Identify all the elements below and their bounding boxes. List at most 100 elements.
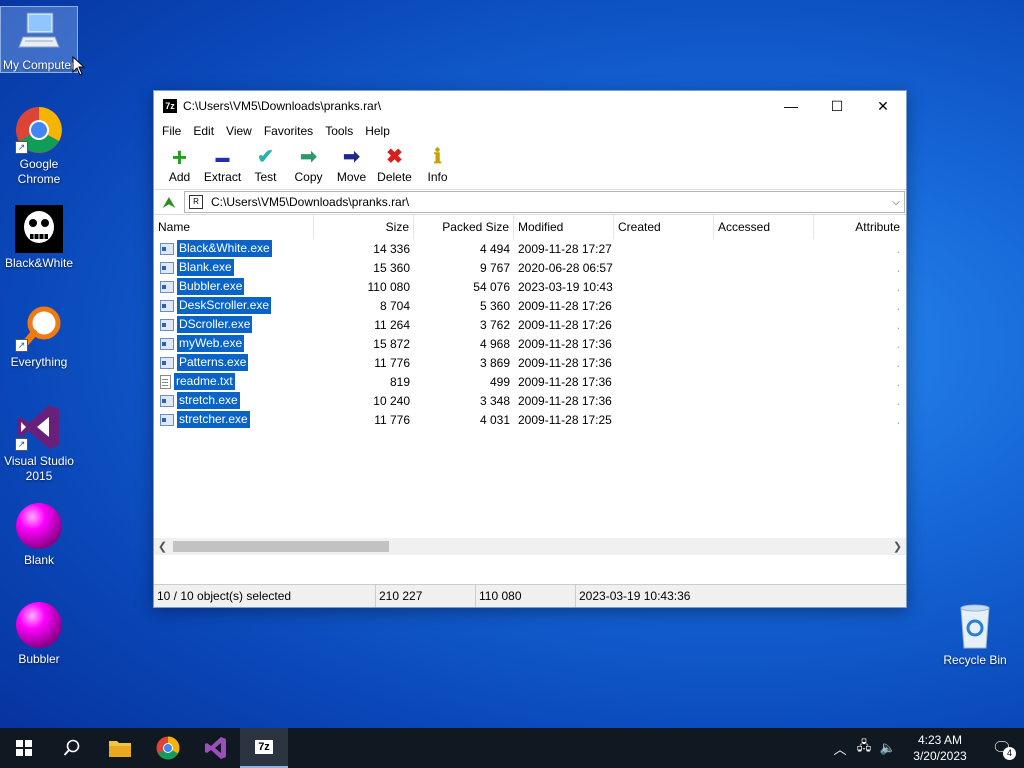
column-header-accessed[interactable]: Accessed [714,215,814,239]
file-packed-size: 499 [489,374,510,389]
chevron-up-icon[interactable]: ︿ [828,739,852,758]
test-button[interactable]: ✔ Test [244,141,287,184]
computer-icon [15,7,63,55]
column-header-created[interactable]: Created [614,215,714,239]
table-row[interactable]: Patterns.exe 11 776 3 869 2009-11-28 17:… [154,353,906,372]
menu-view[interactable]: View [220,124,258,138]
column-header-size[interactable]: Size [314,215,414,239]
table-row[interactable]: stretch.exe 10 240 3 348 2009-11-28 17:3… [154,391,906,410]
taskbar-chrome[interactable] [144,728,192,768]
column-header-packed-size[interactable]: Packed Size [414,215,514,239]
taskbar-visual-studio[interactable] [192,728,240,768]
menu-favorites[interactable]: Favorites [258,124,319,138]
table-row[interactable]: stretcher.exe 11 776 4 031 2009-11-28 17… [154,410,906,429]
shortcut-arrow-icon: ↗ [15,141,28,154]
shortcut-arrow-icon: ↗ [15,339,28,352]
copy-button[interactable]: ➡ Copy [287,141,330,184]
desktop-icon-visual-studio[interactable]: ↗ Visual Studio 2015 [1,403,77,484]
network-icon[interactable]: 🖧 [852,737,876,759]
address-bar: ⮝ R C:\Users\VM5\Downloads\pranks.rar\ ⌵ [154,190,906,215]
address-field[interactable]: R C:\Users\VM5\Downloads\pranks.rar\ ⌵ [184,191,905,213]
scroll-thumb[interactable] [173,541,389,552]
file-attributes: . [896,317,900,332]
info-button[interactable]: ℹ Info [416,141,459,184]
exe-file-icon [160,299,174,312]
test-label: Test [254,170,277,184]
add-button[interactable]: + Add [158,141,201,184]
clock[interactable]: 4:23 AM 3/20/2023 [900,732,980,764]
minimize-button[interactable]: — [768,91,814,121]
file-modified: 2009-11-28 17:36 [518,393,612,408]
table-row[interactable]: readme.txt 819 499 2009-11-28 17:36 . [154,372,906,391]
scroll-right-icon[interactable]: ❯ [889,540,906,553]
menu-edit[interactable]: Edit [187,124,220,138]
title-bar[interactable]: 7z C:\Users\VM5\Downloads\pranks.rar\ — … [154,91,906,121]
minus-icon: ▬ [215,149,230,165]
file-packed-size: 3 348 [479,393,510,408]
search-button[interactable] [48,728,96,768]
chevron-down-icon[interactable]: ⌵ [888,197,904,208]
toolbar: + Add ▬ Extract ✔ Test ➡ Copy ➡ Move ✖ D… [154,141,906,190]
desktop-icon-my-computer[interactable]: My Computer [0,6,78,73]
file-attributes: . [896,374,900,389]
file-name: DScroller.exe [177,316,253,333]
column-header-row: Name Size Packed Size Modified Created A… [154,215,906,239]
desktop-icon-label: Bubbler [18,652,60,666]
file-name: Bubbler.exe [177,278,245,295]
file-attributes: . [896,279,900,294]
desktop-icon-recycle-bin[interactable]: Recycle Bin [936,602,1014,668]
table-row[interactable]: DScroller.exe 11 264 3 762 2009-11-28 17… [154,315,906,334]
text-file-icon [160,374,171,389]
desktop-icon-bubbler[interactable]: Bubbler [1,601,77,667]
menu-file[interactable]: File [156,124,187,138]
delete-label: Delete [377,170,412,184]
visual-studio-icon: ↗ [15,403,63,451]
file-attributes: . [896,393,900,408]
file-attributes: . [896,412,900,427]
notifications-button[interactable]: 🗨 4 [980,738,1024,760]
column-header-modified[interactable]: Modified [514,215,614,239]
taskbar-7zip[interactable]: 7z [240,728,288,768]
horizontal-scrollbar[interactable]: ❮ ❯ [154,538,906,555]
shortcut-arrow-icon: ↗ [15,438,28,451]
extract-button[interactable]: ▬ Extract [201,141,244,184]
table-row[interactable]: DeskScroller.exe 8 704 5 360 2009-11-28 … [154,296,906,315]
up-folder-button[interactable]: ⮝ [158,191,180,213]
file-size: 11 264 [374,317,410,332]
table-row[interactable]: Bubbler.exe 110 080 54 076 2023-03-19 10… [154,277,906,296]
desktop-icon-black-white[interactable]: Black&White [1,205,77,271]
add-label: Add [168,170,191,184]
extract-label: Extract [203,170,242,184]
desktop-icon-blank[interactable]: Blank [1,502,77,568]
menu-tools[interactable]: Tools [319,124,359,138]
taskbar-file-explorer[interactable] [96,728,144,768]
search-icon [63,739,80,756]
close-button[interactable]: ✕ [860,91,906,121]
column-header-attributes[interactable]: Attribute [814,215,904,239]
maximize-button[interactable]: ☐ [814,91,860,121]
desktop-icon-everything[interactable]: ↗ Everything [1,304,77,370]
desktop-icon-google-chrome[interactable]: ↗ Google Chrome [1,106,77,187]
desktop-icon-label: My Computer [2,58,76,72]
file-name: stretch.exe [177,392,240,409]
scroll-left-icon[interactable]: ❮ [154,540,171,553]
clock-date: 3/20/2023 [913,749,967,763]
table-row[interactable]: Blank.exe 15 360 9 767 2020-06-28 06:57 … [154,258,906,277]
notification-count-badge: 4 [1003,747,1016,760]
table-row[interactable]: myWeb.exe 15 872 4 968 2009-11-28 17:36 … [154,334,906,353]
minimize-icon: — [784,98,798,114]
scroll-track[interactable] [171,538,889,555]
column-header-name[interactable]: Name [154,215,314,239]
menu-help[interactable]: Help [359,124,396,138]
delete-button[interactable]: ✖ Delete [373,141,416,184]
file-packed-size: 4 031 [479,412,510,427]
visual-studio-icon [205,737,226,759]
move-button[interactable]: ➡ Move [330,141,373,184]
file-name: Blank.exe [177,259,234,276]
exe-file-icon [160,318,174,331]
table-row[interactable]: Black&White.exe 14 336 4 494 2009-11-28 … [154,239,906,258]
volume-icon[interactable]: 🔈 [876,740,900,756]
start-button[interactable] [0,728,48,768]
magenta-sphere-icon [15,502,63,550]
recycle-bin-icon [951,602,999,650]
